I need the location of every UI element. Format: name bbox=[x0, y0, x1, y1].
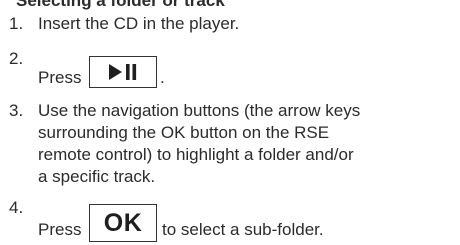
play-pause-key bbox=[89, 56, 157, 88]
step-1-text: Insert the CD in the player. bbox=[38, 14, 240, 33]
step-2-press-label: Press bbox=[38, 68, 82, 87]
play-pause-icon bbox=[109, 64, 137, 80]
step-3-number: 3. bbox=[9, 101, 24, 120]
step-4-number: 4. bbox=[9, 198, 24, 217]
step-2-period: . bbox=[160, 68, 165, 87]
ok-key-label: OK bbox=[103, 208, 143, 237]
step-3-line-3: remote control) to highlight a folder an… bbox=[38, 145, 354, 164]
step-3-line-2: surrounding the OK button on the RSE bbox=[38, 123, 330, 142]
step-4-press-label: Press bbox=[38, 220, 82, 239]
step-3-line-1: Use the navigation buttons (the arrow ke… bbox=[38, 101, 361, 120]
section-heading: Selecting a folder or track bbox=[16, 0, 225, 10]
step-1-number: 1. bbox=[9, 14, 24, 33]
ok-key: OK bbox=[89, 204, 157, 242]
instruction-page: Selecting a folder or track 1. Insert th… bbox=[0, 0, 460, 245]
step-2-number: 2. bbox=[9, 49, 24, 68]
step-4-text: to select a sub-folder. bbox=[162, 220, 324, 239]
step-3-line-4: a specific track. bbox=[38, 167, 156, 186]
